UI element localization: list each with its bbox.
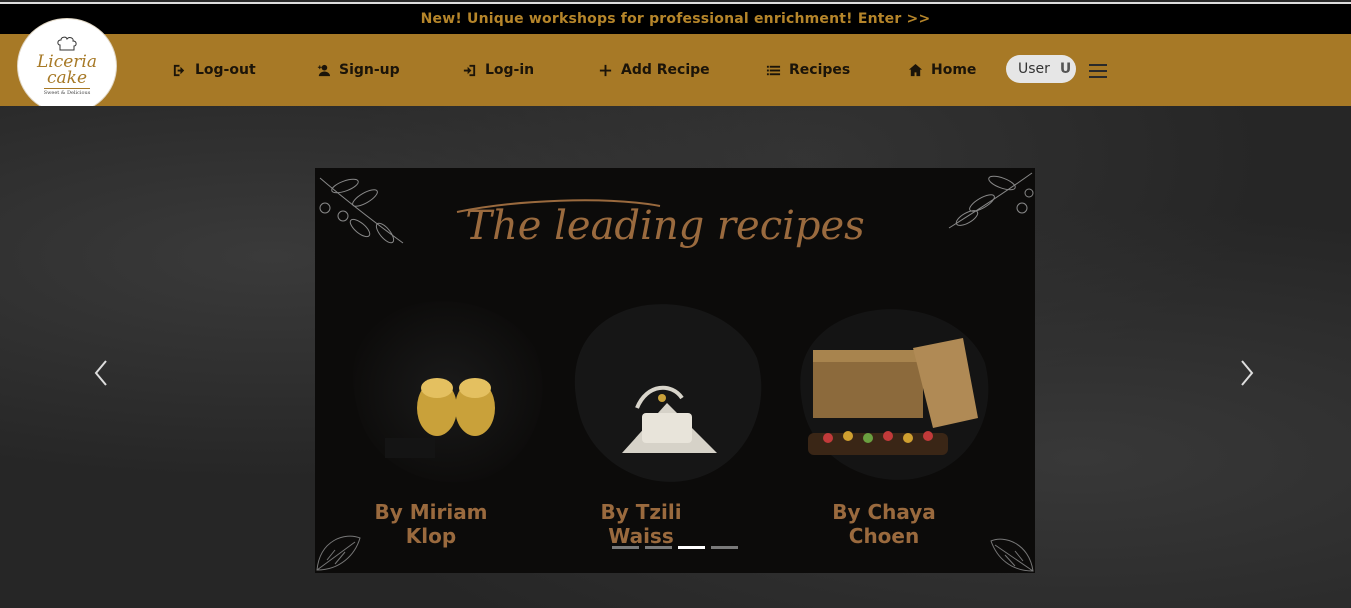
nav-login[interactable]: Log-in <box>462 34 534 106</box>
nav-home[interactable]: Home <box>908 34 976 106</box>
nav-add-recipe-label: Add Recipe <box>621 62 710 78</box>
nav-recipes[interactable]: Recipes <box>766 34 850 106</box>
user-badge[interactable]: User U <box>1006 55 1076 83</box>
leaf-branch-icon <box>319 177 404 244</box>
carousel-indicators <box>612 546 738 549</box>
logout-icon <box>173 64 185 76</box>
recipe-image-1[interactable] <box>345 288 545 488</box>
monstera-leaf-icon <box>990 538 1034 572</box>
nav-signup[interactable]: Sign-up <box>316 34 400 106</box>
recipe-image-3[interactable] <box>793 288 993 488</box>
top-navbar: Log-out Sign-up Log-in Add Recipe Recipe… <box>0 34 1351 106</box>
chef-hat-icon <box>57 36 77 51</box>
list-icon <box>766 65 781 75</box>
nav-home-label: Home <box>931 62 977 78</box>
user-label: User <box>1018 61 1050 77</box>
announcement-text[interactable]: New! Unique workshops for professional e… <box>421 11 931 27</box>
nav-recipes-label: Recipes <box>789 62 851 78</box>
carousel-indicator[interactable] <box>645 546 672 549</box>
nav-logout[interactable]: Log-out <box>172 34 256 106</box>
carousel-indicator-active[interactable] <box>678 546 705 549</box>
site-logo[interactable]: Liceria cake Sweet & Delicious <box>17 18 117 114</box>
carousel-indicator[interactable] <box>612 546 639 549</box>
recipe-caption-2[interactable]: By Tzili Waiss <box>567 500 715 548</box>
carousel-indicator[interactable] <box>711 546 738 549</box>
recipe-caption-1[interactable]: By Miriam Klop <box>351 500 511 548</box>
hero-section: The leading recipes By Miriam Klop By Tz… <box>0 106 1351 608</box>
nav-signup-label: Sign-up <box>339 62 400 78</box>
login-icon <box>463 64 476 76</box>
carousel-prev-icon[interactable] <box>93 358 109 388</box>
page: New! Unique workshops for professional e… <box>0 0 1351 608</box>
carousel-title: The leading recipes <box>465 203 865 249</box>
recipe-image-2[interactable] <box>567 288 767 488</box>
plus-icon <box>599 64 612 76</box>
home-icon <box>908 63 923 76</box>
leaf-branch-icon <box>948 172 1034 229</box>
nav-add-recipe[interactable]: Add Recipe <box>598 34 710 106</box>
logo-name-line2: cake <box>46 68 88 88</box>
recipe-caption-3[interactable]: By Chaya Choen <box>795 500 973 548</box>
user-initial: U <box>1059 61 1072 77</box>
nav-logout-label: Log-out <box>195 62 256 78</box>
carousel-slide: The leading recipes By Miriam Klop By Tz… <box>315 168 1035 573</box>
hamburger-menu-icon[interactable] <box>1089 64 1107 78</box>
person-add-icon <box>317 64 331 76</box>
logo-tagline: Sweet & Delicious <box>43 88 91 96</box>
carousel-next-icon[interactable] <box>1239 358 1255 388</box>
announcement-bar[interactable]: New! Unique workshops for professional e… <box>0 2 1351 34</box>
nav-login-label: Log-in <box>485 62 535 78</box>
